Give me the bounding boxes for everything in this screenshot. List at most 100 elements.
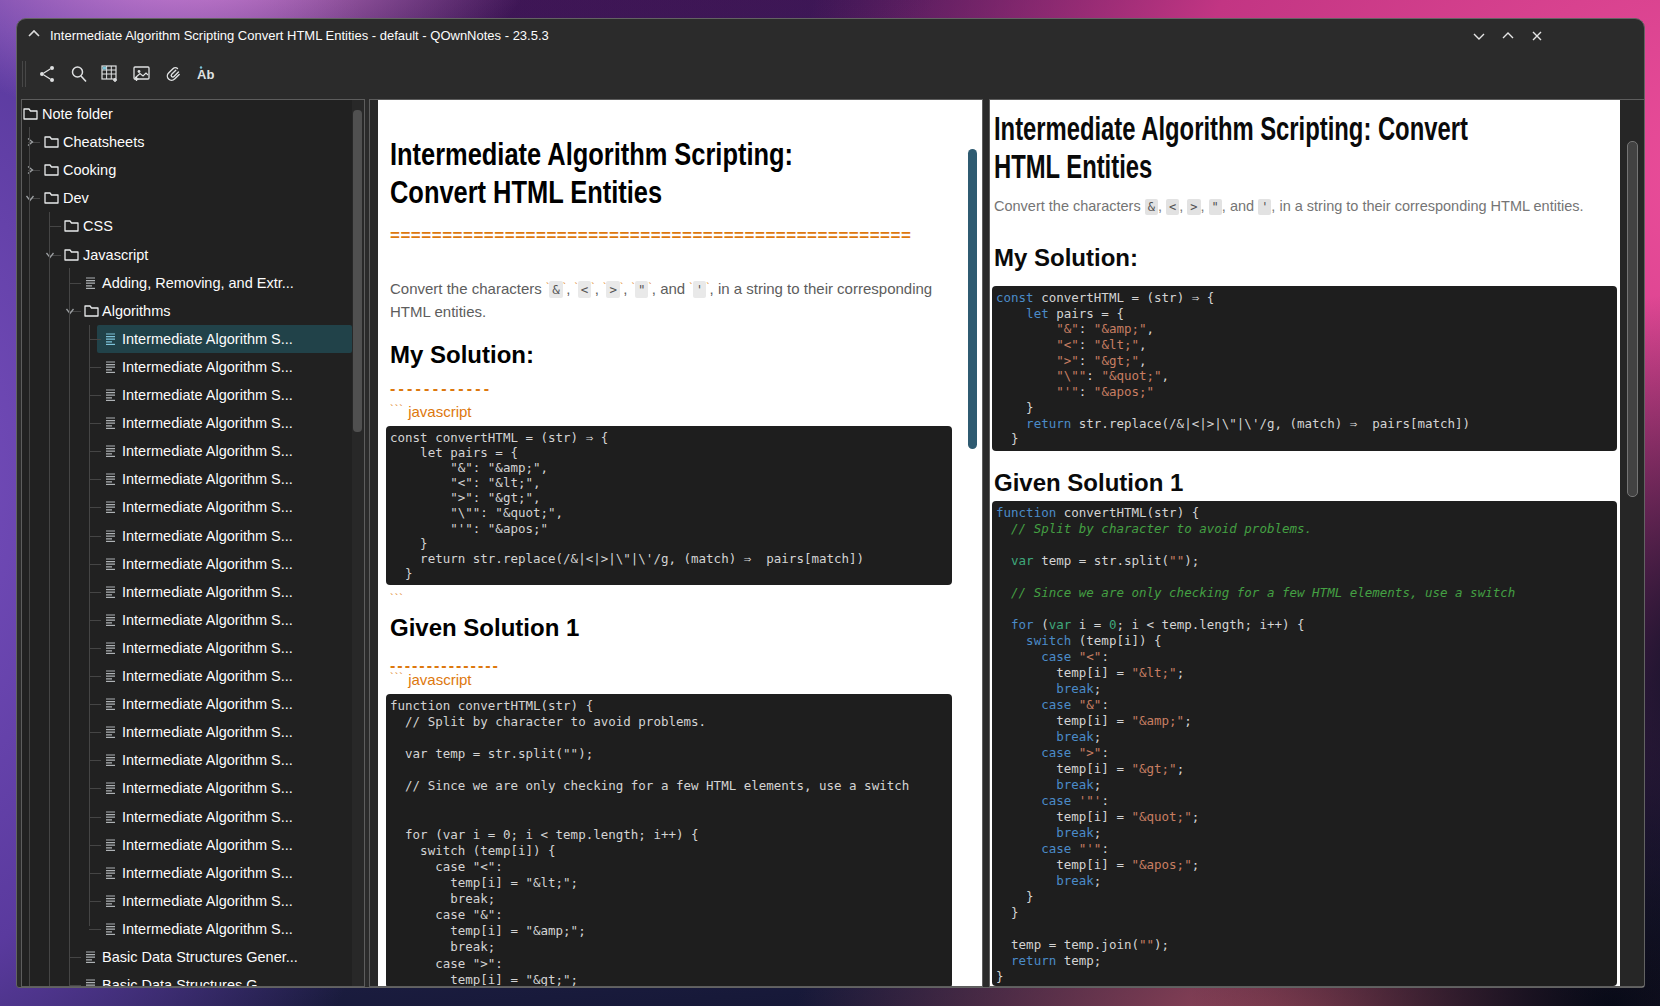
- tree-note-item[interactable]: Intermediate Algorithm S...: [22, 831, 352, 859]
- note-icon: [104, 416, 117, 430]
- tree-note-item[interactable]: Intermediate Algorithm S...: [22, 493, 352, 521]
- tree-guide-stub: [89, 564, 101, 565]
- tree-item-label: Adding, Removing, and Extr...: [102, 269, 350, 297]
- note-icon: [84, 276, 97, 290]
- tree-folder-item[interactable]: Note folder: [22, 100, 352, 128]
- tree-guide-stub: [89, 845, 101, 846]
- tree-note-item[interactable]: Intermediate Algorithm S...: [22, 803, 352, 831]
- tree-note-item[interactable]: Intermediate Algorithm S...: [22, 409, 352, 437]
- inline-code: ": [635, 281, 649, 298]
- tree-expand-arrow-down[interactable]: [45, 250, 55, 260]
- tree-folder-item[interactable]: Algorithms: [22, 297, 352, 325]
- editor-gutter: [370, 100, 378, 986]
- close-button[interactable]: [1529, 28, 1545, 44]
- tree-guide-stub: [69, 283, 81, 284]
- editor-intro-paragraph: Convert the characters `&`, `<`, `>`, `"…: [390, 277, 965, 322]
- tree-expand-arrow-right[interactable]: [25, 137, 35, 147]
- editor-h2-given-solution: Given Solution 1: [390, 615, 579, 641]
- tree-guide-stub: [89, 479, 101, 480]
- tree-note-item[interactable]: Adding, Removing, and Extr...: [22, 269, 352, 297]
- tree-guide-line: [29, 127, 30, 986]
- note-icon: [104, 529, 117, 543]
- search-icon[interactable]: [68, 63, 92, 87]
- tree-expand-arrow-down[interactable]: [65, 306, 75, 316]
- tree-note-item[interactable]: Intermediate Algorithm S...: [22, 662, 352, 690]
- tree-note-item[interactable]: Intermediate Algorithm S...: [22, 774, 352, 802]
- attachment-icon[interactable]: [163, 63, 187, 87]
- tree-expand-arrow-down[interactable]: [25, 193, 35, 203]
- insert-image-icon[interactable]: [131, 63, 155, 87]
- tree-folder-item[interactable]: Javascript: [22, 241, 352, 269]
- tree-note-item[interactable]: Intermediate Algorithm S...: [22, 634, 352, 662]
- tree-note-item[interactable]: Intermediate Algorithm S...: [22, 578, 352, 606]
- tree-note-item[interactable]: Basic Data Structures Gener...: [22, 943, 352, 971]
- window-shade-icon[interactable]: [27, 27, 41, 41]
- tree-item-label: Intermediate Algorithm S...: [122, 887, 350, 915]
- note-icon: [104, 641, 117, 655]
- tree-note-item[interactable]: Intermediate Algorithm S...: [22, 606, 352, 634]
- tree-note-item[interactable]: Intermediate Algorithm S...: [22, 550, 352, 578]
- sidebar-scrollbar-track[interactable]: [352, 100, 364, 986]
- tree-guide-stub: [89, 704, 101, 705]
- window-title: Intermediate Algorithm Scripting Convert…: [50, 19, 549, 51]
- markdown-editor-panel[interactable]: Intermediate Algorithm Scripting: Conver…: [369, 99, 983, 987]
- folder-icon: [44, 136, 59, 149]
- editor-code-block-1: const convertHTML = (str) ⇒ { let pairs …: [386, 426, 952, 585]
- tree-item-label: Dev: [63, 184, 350, 212]
- toolbar-drag-handle[interactable]: [22, 61, 26, 87]
- tree-note-item[interactable]: Basic Data Structures G...: [22, 971, 352, 987]
- note-icon: [104, 388, 117, 402]
- titlebar[interactable]: Intermediate Algorithm Scripting Convert…: [17, 19, 1644, 51]
- workspaces-icon[interactable]: [37, 63, 61, 87]
- tree-note-item[interactable]: Intermediate Algorithm S...: [22, 381, 352, 409]
- tree-guide-stub: [89, 536, 101, 537]
- note-icon: [104, 557, 117, 571]
- tree-folder-item[interactable]: Cooking: [22, 156, 352, 184]
- tree-note-item[interactable]: Intermediate Algorithm S...: [22, 746, 352, 774]
- tree-item-label: Intermediate Algorithm S...: [122, 662, 350, 690]
- format-text-icon[interactable]: Ab: [195, 63, 219, 87]
- tree-guide-line: [89, 325, 90, 926]
- tree-note-item[interactable]: Intermediate Algorithm S...: [22, 690, 352, 718]
- note-icon: [104, 585, 117, 599]
- maximize-button[interactable]: [1500, 28, 1516, 44]
- tree-note-item[interactable]: Intermediate Algorithm S...: [22, 522, 352, 550]
- tree-note-item[interactable]: Intermediate Algorithm S...: [22, 915, 352, 943]
- editor-scrollbar-thumb[interactable]: [968, 149, 977, 449]
- tree-item-label: Algorithms: [102, 297, 350, 325]
- preview-scrollbar-track[interactable]: [1620, 100, 1644, 986]
- insert-table-icon[interactable]: [99, 63, 123, 87]
- inline-code: <: [1166, 199, 1179, 215]
- tree-item-label: Intermediate Algorithm S...: [122, 606, 350, 634]
- tree-guide-stub: [89, 901, 101, 902]
- tree-item-label: Intermediate Algorithm S...: [122, 831, 350, 859]
- note-icon: [104, 894, 117, 908]
- main-toolbar: Ab: [17, 51, 1644, 97]
- tree-item-label: Cheatsheets: [63, 128, 350, 156]
- preview-scrollbar-thumb[interactable]: [1627, 141, 1638, 497]
- tree-guide-stub: [89, 788, 101, 789]
- preview-code-block-2: function convertHTML(str) { // Split by …: [992, 501, 1617, 986]
- tree-guide-stub: [89, 451, 101, 452]
- tree-note-item[interactable]: Intermediate Algorithm S...: [22, 353, 352, 381]
- tree-note-item[interactable]: Intermediate Algorithm S...: [22, 325, 352, 353]
- tree-note-item[interactable]: Intermediate Algorithm S...: [22, 859, 352, 887]
- tree-folder-item[interactable]: Cheatsheets: [22, 128, 352, 156]
- tree-note-item[interactable]: Intermediate Algorithm S...: [22, 437, 352, 465]
- tree-note-item[interactable]: Intermediate Algorithm S...: [22, 465, 352, 493]
- tree-guide-stub: [89, 648, 101, 649]
- note-icon: [84, 978, 97, 987]
- sidebar-scrollbar-thumb[interactable]: [353, 110, 362, 432]
- tree-folder-item[interactable]: CSS: [22, 212, 352, 240]
- tree-note-item[interactable]: Intermediate Algorithm S...: [22, 887, 352, 915]
- tree-item-label: Intermediate Algorithm S...: [122, 437, 350, 465]
- tree-note-item[interactable]: Intermediate Algorithm S...: [22, 718, 352, 746]
- tree-folder-item[interactable]: Dev: [22, 184, 352, 212]
- tree-expand-arrow-right[interactable]: [25, 165, 35, 175]
- note-icon: [104, 332, 117, 346]
- minimize-button[interactable]: [1471, 28, 1487, 44]
- tree-guide-stub: [89, 423, 101, 424]
- tree-guide-stub: [89, 620, 101, 621]
- tree-guide-stub: [89, 592, 101, 593]
- tree-item-label: Intermediate Algorithm S...: [122, 803, 350, 831]
